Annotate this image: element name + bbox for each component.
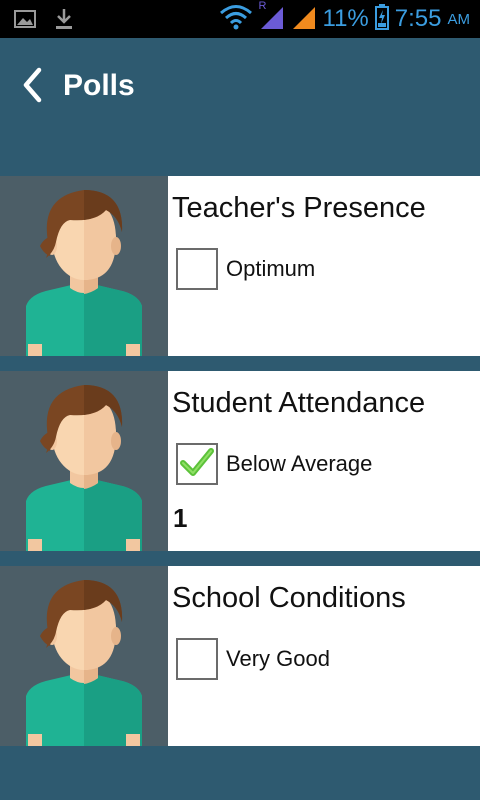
checkbox[interactable] [176,638,218,680]
image-icon [14,9,36,33]
download-icon [54,8,74,34]
option-label: Optimum [226,256,316,281]
poll-option[interactable]: Optimum [176,248,315,290]
poll-body: Student Attendance Below Average 1 [168,371,480,551]
roaming-indicator: R [258,0,267,12]
checkbox[interactable] [176,248,218,290]
option-label: Very Good [226,646,330,671]
app-header: Polls [0,38,480,176]
back-button[interactable] [16,66,48,108]
poll-card: Student Attendance Below Average 1 [0,371,480,551]
battery-percent: 11% [322,5,369,32]
status-bar: R 11% 7:55 AM [0,0,480,38]
chevron-left-icon [21,67,43,107]
poll-body: Teacher's Presence Optimum [168,176,480,356]
signal-icon [291,4,317,34]
vote-count: 1 [173,503,188,533]
poll-card: School Conditions Very Good [0,566,480,746]
poll-card: Teacher's Presence Optimum [0,176,480,356]
avatar [0,371,168,551]
poll-question: School Conditions [172,582,406,614]
poll-question: Student Attendance [172,387,426,419]
poll-option[interactable]: Below Average [176,443,372,485]
poll-option[interactable]: Very Good [176,638,330,680]
clock-time: 7:55 [394,5,442,32]
clock-ampm: AM [447,10,471,28]
poll-body: School Conditions Very Good [168,566,480,746]
poll-question: Teacher's Presence [172,192,426,224]
wifi-icon [219,4,253,34]
option-label: Below Average [226,451,373,476]
poll-list: Teacher's Presence Optimum Student Atten… [0,176,480,761]
page-title: Polls [63,69,135,102]
signal-icon: R [259,0,285,34]
avatar [0,566,168,746]
avatar [0,176,168,356]
checkmark-icon [180,447,214,481]
checkbox-checked[interactable] [176,443,218,485]
battery-icon [374,4,389,34]
